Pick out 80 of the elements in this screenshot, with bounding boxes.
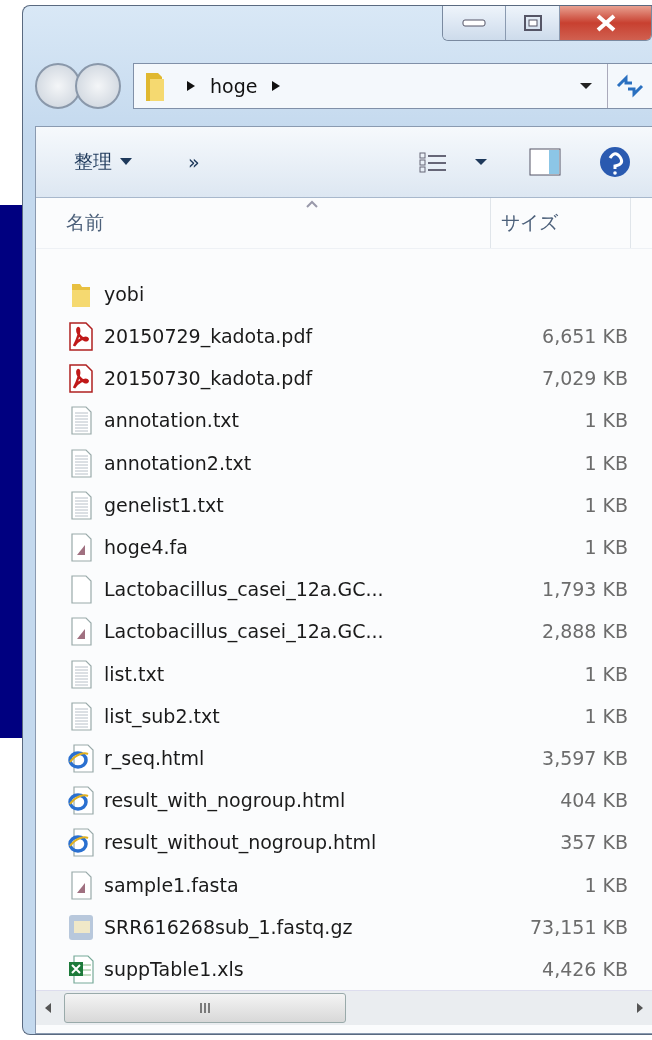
file-name: yobi xyxy=(104,282,146,305)
file-name: result_without_nogroup.html xyxy=(104,831,378,854)
file-name: sample1.fasta xyxy=(104,873,240,896)
file-size: 1,793 KB xyxy=(542,578,628,601)
chevron-icon xyxy=(271,80,282,93)
file-name: result_with_nogroup.html xyxy=(104,789,347,812)
file-row[interactable]: SRR616268sub_1.fastq.gz 73,151 KB xyxy=(36,905,652,948)
pdf-file-icon xyxy=(66,320,96,353)
preview-pane-icon[interactable] xyxy=(528,146,562,177)
file-row[interactable]: result_without_nogroup.html 357 KB xyxy=(36,821,652,864)
file-size: 1 KB xyxy=(584,409,628,432)
file-name: r_seq.html xyxy=(104,746,206,769)
file-name: Lactobacillus_casei_12a.GC... xyxy=(104,578,385,601)
organize-menu[interactable]: 整理 xyxy=(66,148,140,175)
scroll-right-icon[interactable] xyxy=(636,1002,644,1014)
file-row[interactable]: annotation2.txt 1 KB xyxy=(36,441,652,484)
file-name: 20150729_kadota.pdf xyxy=(104,325,314,348)
file-size: 6,651 KB xyxy=(542,325,628,348)
close-icon xyxy=(594,13,617,33)
file-size: 1 KB xyxy=(584,536,628,559)
file-size: 7,029 KB xyxy=(542,367,628,390)
pdf-file-icon xyxy=(66,362,96,395)
file-name: hoge4.fa xyxy=(104,536,189,559)
file-name: 20150730_kadota.pdf xyxy=(104,367,314,390)
file-size: 2,888 KB xyxy=(542,620,628,643)
file-name: suppTable1.xls xyxy=(104,957,245,980)
file-row[interactable]: Lactobacillus_casei_12a.GC... 2,888 KB xyxy=(36,610,652,653)
file-size: 1 KB xyxy=(584,662,628,685)
file-row[interactable]: genelist1.txt 1 KB xyxy=(36,483,652,526)
file-row[interactable]: result_with_nogroup.html 404 KB xyxy=(36,779,652,822)
file-size: 4,426 KB xyxy=(542,957,628,980)
web-page-icon xyxy=(66,741,96,774)
file-name: SRR616268sub_1.fastq.gz xyxy=(104,915,354,938)
horizontal-scrollbar[interactable] xyxy=(36,990,652,1025)
more-button[interactable]: » xyxy=(180,150,208,173)
help-icon[interactable] xyxy=(598,144,632,179)
forward-button[interactable] xyxy=(75,63,121,110)
file-row[interactable]: annotation.txt 1 KB xyxy=(36,399,652,442)
file-row[interactable]: Lactobacillus_casei_12a.GC... 1,793 KB xyxy=(36,568,652,611)
column-header[interactable]: サイズ xyxy=(491,197,631,248)
file-row[interactable]: suppTable1.xls 4,426 KB xyxy=(36,947,652,990)
address-bar[interactable]: hoge xyxy=(133,63,652,110)
maximize-button[interactable] xyxy=(505,6,559,40)
spreadsheet-icon xyxy=(66,952,96,985)
maximize-icon xyxy=(522,14,543,32)
file-row[interactable]: sample1.fasta 1 KB xyxy=(36,863,652,906)
file-size: 73,151 KB xyxy=(530,915,628,938)
dropdown-icon xyxy=(120,158,132,166)
file-size: 1 KB xyxy=(584,873,628,896)
minimize-icon xyxy=(462,19,486,27)
file-row[interactable]: list_sub2.txt 1 KB xyxy=(36,694,652,737)
close-button[interactable] xyxy=(559,6,651,40)
file-name: list_sub2.txt xyxy=(104,704,221,727)
dropdown-icon xyxy=(579,82,593,91)
file-row[interactable]: r_seq.html 3,597 KB xyxy=(36,736,652,780)
web-page-icon xyxy=(66,784,96,817)
file-size: 3,597 KB xyxy=(542,746,628,769)
column-header[interactable]: 名前 xyxy=(36,197,491,248)
breadcrumb[interactable]: hoge xyxy=(210,75,258,98)
file-row[interactable]: list.txt 1 KB xyxy=(36,652,652,695)
chevron-icon xyxy=(186,80,196,93)
file-size: 357 KB xyxy=(560,831,628,854)
file-row[interactable]: yobi xyxy=(36,272,652,315)
file-name: annotation2.txt xyxy=(104,451,253,474)
file-row[interactable]: hoge4.fa 1 KB xyxy=(36,525,652,569)
file-name: list.txt xyxy=(104,662,166,685)
file-name: annotation.txt xyxy=(104,409,241,432)
file-name: genelist1.txt xyxy=(104,493,225,516)
file-size: 1 KB xyxy=(584,451,628,474)
file-size: 1 KB xyxy=(584,704,628,727)
web-page-icon xyxy=(66,826,96,859)
file-row[interactable]: 20150730_kadota.pdf 7,029 KB xyxy=(36,357,652,400)
scroll-left-icon[interactable] xyxy=(44,1002,52,1014)
dropdown-icon[interactable] xyxy=(474,157,488,166)
file-size: 404 KB xyxy=(560,789,628,812)
file-row[interactable]: 20150729_kadota.pdf 6,651 KB xyxy=(36,315,652,358)
file-size: 1 KB xyxy=(584,493,628,516)
scroll-thumb[interactable] xyxy=(64,993,346,1023)
file-name: Lactobacillus_casei_12a.GC... xyxy=(104,620,385,643)
grip-icon xyxy=(198,1002,212,1014)
